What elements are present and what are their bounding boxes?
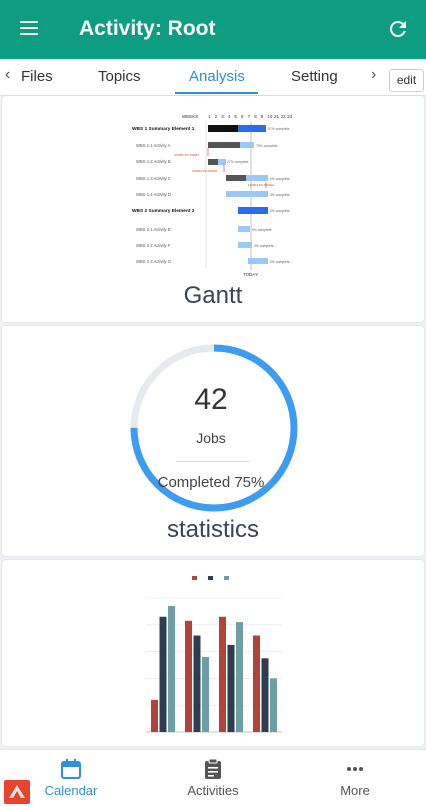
- divider: [176, 461, 250, 462]
- legend-swatch: [208, 576, 213, 580]
- chart-bar: [185, 620, 192, 732]
- chart-bar: [168, 606, 175, 732]
- gantt-bar: [246, 175, 268, 181]
- gantt-card[interactable]: WEEKS: 1 2 3 4 5 6 7 8 9 10 21 22 23 WBS 1 Summary E…: [2, 96, 424, 322]
- gantt-dependency-label: FINISH-TO-START: [192, 169, 218, 173]
- gantt-weeks-label: WEEKS:: [182, 114, 200, 119]
- gantt-bar: [240, 142, 254, 148]
- gantt-week-number: 8: [254, 114, 257, 119]
- tab-scroll-left-icon[interactable]: ‹: [5, 66, 10, 84]
- gantt-chart-image: WEEKS: 1 2 3 4 5 6 7 8 9 10 21 22 23 WBS 1 Summary E…: [132, 114, 293, 277]
- gantt-week-number: 21: [274, 114, 280, 119]
- gantt-week-number: 6: [241, 114, 244, 119]
- gantt-bar: [208, 142, 240, 148]
- gantt-week-number: 3: [221, 114, 224, 119]
- refresh-icon[interactable]: [386, 17, 410, 41]
- nav-activities-label: Activities: [187, 783, 239, 798]
- app-header: Activity: Root: [0, 0, 426, 59]
- gantt-week-number: 1: [208, 114, 211, 119]
- gantt-complete-label: 75% complete: [256, 144, 278, 148]
- bar-chart-card[interactable]: [2, 560, 424, 746]
- more-icon: [347, 767, 363, 771]
- gantt-row-label: WBS 1 Summary Element 1: [132, 126, 195, 132]
- clipboard-icon: [205, 758, 221, 779]
- gantt-week-number: 23: [287, 114, 293, 119]
- tab-topics[interactable]: Topics: [98, 68, 141, 85]
- gantt-complete-label: 27% complete: [227, 160, 249, 164]
- chart-bar: [193, 635, 201, 732]
- jobs-count: 42: [194, 383, 228, 416]
- legend-swatch: [224, 576, 229, 580]
- gantt-dependency-label: START-TO-START: [174, 153, 199, 157]
- tab-bar: ‹ Files Topics Analysis Setting ›: [0, 59, 426, 96]
- nav-more-label: More: [340, 783, 370, 798]
- gantt-complete-label: 0% complete: [254, 244, 274, 248]
- gantt-complete-label: 57% complete: [268, 127, 290, 131]
- gantt-bar: [238, 207, 268, 214]
- gantt-week-number: 22: [281, 114, 287, 119]
- statistics-card-title: statistics: [166, 516, 259, 543]
- gantt-row-label: WBS 2 Summary Element 2: [132, 208, 195, 214]
- chart-bar: [159, 616, 167, 732]
- chart-bar: [202, 656, 209, 732]
- chart-bar: [151, 699, 158, 732]
- tab-setting[interactable]: Setting: [291, 68, 338, 85]
- gantt-complete-label: 0% complete: [270, 193, 290, 197]
- nav-more[interactable]: More: [284, 750, 426, 807]
- gantt-dependency-label: FINISH-TO-FINISH: [248, 183, 274, 187]
- active-tab-indicator: [175, 92, 258, 94]
- gantt-bar: [238, 242, 252, 248]
- gantt-row-label: WBS 1.4 Activity D: [136, 192, 171, 197]
- gantt-row-label: WBS 1.1 Activity A: [136, 143, 171, 148]
- gantt-week-number: 9: [261, 114, 264, 119]
- gantt-week-number: 5: [234, 114, 237, 119]
- tab-files[interactable]: Files: [21, 68, 53, 85]
- gantt-row-label: WBS 1.3 Activity C: [136, 176, 171, 181]
- gantt-row-label: WBS 2.1 Activity E: [136, 227, 171, 232]
- calendar-icon: [61, 759, 81, 779]
- gantt-bar: [238, 125, 266, 132]
- gantt-complete-label: 0% complete: [252, 228, 272, 232]
- gantt-bar: [226, 175, 246, 181]
- gantt-today-label: TODAY: [243, 272, 258, 277]
- gantt-bar: [208, 159, 218, 165]
- edit-button[interactable]: edit: [389, 69, 424, 92]
- gantt-complete-label: 0% complete: [270, 177, 290, 181]
- gantt-bar: [226, 191, 268, 197]
- gantt-bar: [238, 226, 250, 232]
- gantt-week-number: 4: [228, 114, 231, 119]
- gantt-week-number: 10: [267, 114, 273, 119]
- chart-bar: [219, 616, 226, 732]
- tab-scroll-right-icon[interactable]: ›: [371, 66, 376, 84]
- app-logo-icon: [4, 780, 30, 804]
- menu-icon[interactable]: [20, 20, 40, 36]
- completed-text: Completed 75%: [157, 474, 265, 491]
- tab-analysis[interactable]: Analysis: [189, 68, 245, 85]
- chart-bar: [261, 658, 269, 732]
- bottom-navigation: Calendar Activities More: [0, 749, 426, 807]
- gantt-complete-label: 0% complete: [270, 260, 290, 264]
- gantt-row-label: WBS 2.3 Activity G: [136, 259, 171, 264]
- gantt-week-number: 7: [248, 114, 251, 119]
- nav-activities[interactable]: Activities: [142, 750, 284, 807]
- gantt-bar: [248, 258, 268, 264]
- gantt-row-label: WBS 2.2 Activity F: [136, 243, 171, 248]
- gantt-bar: [218, 159, 226, 165]
- gantt-card-title: Gantt: [183, 282, 243, 309]
- gantt-row-label: WBS 1.2 Activity B: [136, 159, 171, 164]
- chart-bar: [253, 635, 260, 732]
- page-title: Activity: Root: [79, 17, 216, 40]
- gantt-bar: [208, 125, 238, 132]
- gantt-complete-label: 0% complete: [270, 209, 290, 213]
- bar-chart: [146, 576, 282, 733]
- chart-bar: [270, 678, 277, 732]
- gantt-week-number: 2: [215, 114, 218, 119]
- legend-swatch: [192, 576, 197, 580]
- chart-bar: [227, 644, 235, 732]
- jobs-unit-label: Jobs: [196, 430, 226, 446]
- chart-bar: [236, 622, 243, 732]
